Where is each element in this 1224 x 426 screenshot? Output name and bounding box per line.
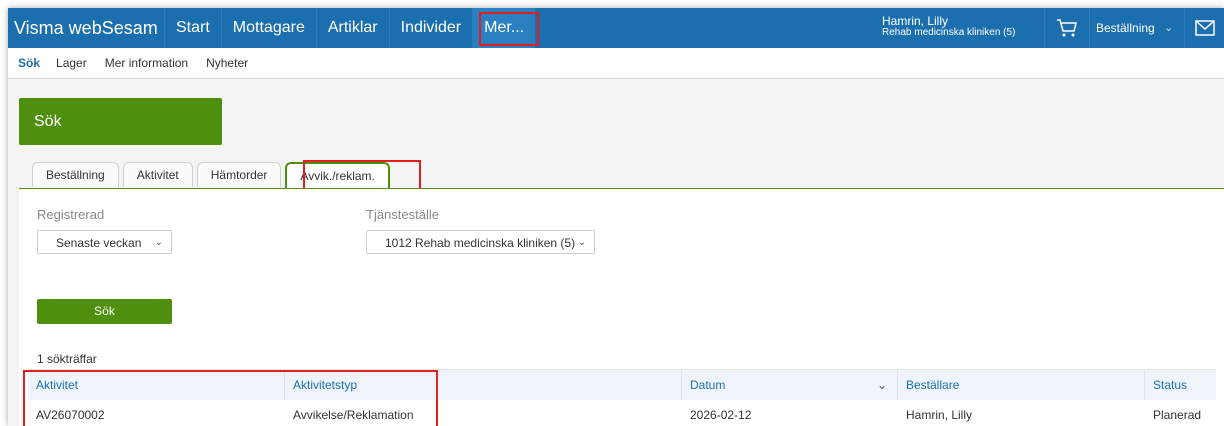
sub-nav: Sök Lager Mer information Nyheter [8,48,1224,79]
registered-select[interactable]: Senaste veckan ⌄ [37,230,172,254]
nav-mer[interactable]: Mer... [472,8,536,48]
mail-button[interactable] [1184,8,1224,48]
subnav-nyheter[interactable]: Nyheter [206,56,248,70]
chevron-down-icon[interactable]: ⌄ [1164,8,1173,48]
unit-select[interactable]: 1012 Rehab medicinska kliniken (5) ⌄ [366,230,595,254]
cell-aktivitetstyp: Avvikelse/Reklamation [293,408,414,422]
tab-aktivitet[interactable]: Aktivitet [122,162,193,187]
chevron-down-icon: ⌄ [154,237,163,248]
registered-label: Registrerad [37,207,105,222]
main-content: Sök Beställning Aktivitet Hämtorder Avvi… [8,79,1224,426]
brand-logo[interactable]: Visma webSesam [14,8,158,48]
cell-status: Planerad [1153,408,1202,422]
subnav-sok[interactable]: Sök [18,56,40,70]
search-tabs: Beställning Aktivitet Hämtorder Avvik./r… [32,162,394,188]
table-header: Aktivitet Aktivitetstyp Datum ⌄ Beställa… [28,369,1216,400]
cart-button[interactable] [1044,8,1090,48]
cart-icon [1057,19,1077,37]
col-datum-label: Datum [690,378,726,392]
col-status[interactable]: Status [1145,370,1224,400]
table-row[interactable]: AV26070002 Avvikelse/Reklamation 2026-02… [28,400,1216,426]
order-menu[interactable]: Beställning [1096,8,1155,48]
unit-label: Tjänsteställe [366,207,439,222]
col-aktivitetstyp[interactable]: Aktivitetstyp [285,370,682,400]
user-info[interactable]: Hamrin, Lilly Rehab medicinska kliniken … [882,15,1015,39]
subnav-mer-information[interactable]: Mer information [105,56,188,70]
tab-hamtorder[interactable]: Hämtorder [196,162,282,187]
user-name: Hamrin, Lilly [882,14,949,28]
nav-start[interactable]: Start [164,8,221,48]
page-title: Sök [19,98,222,145]
top-bar: Visma webSesam Start Mottagare Artiklar … [8,8,1224,48]
registered-value: Senaste veckan [56,236,142,250]
unit-value: 1012 Rehab medicinska kliniken (5) [385,236,576,250]
cell-aktivitet[interactable]: AV26070002 [28,400,285,426]
cell-bestallare: Hamrin, Lilly [906,408,973,422]
app-window: Visma webSesam Start Mottagare Artiklar … [8,8,1224,426]
tab-avvik-reklam[interactable]: Avvik./reklam. [285,162,390,188]
nav-individer[interactable]: Individer [388,8,472,48]
col-bestallare[interactable]: Beställare [898,370,1145,400]
user-org: Rehab medicinska kliniken (5) [882,27,1016,38]
col-datum[interactable]: Datum ⌄ [682,370,898,400]
nav-mottagare[interactable]: Mottagare [220,8,316,48]
search-panel: Registrerad Senaste veckan ⌄ Tjänstestäl… [19,189,1224,426]
subnav-lager[interactable]: Lager [56,56,87,70]
col-aktivitet[interactable]: Aktivitet [28,370,285,400]
search-button[interactable]: Sök [37,299,172,324]
chevron-down-icon: ⌄ [577,237,586,248]
sort-chevron-icon: ⌄ [876,378,887,392]
nav-artiklar[interactable]: Artiklar [315,8,389,48]
cell-datum: 2026-02-12 [690,408,752,422]
tab-bestallning[interactable]: Beställning [32,162,119,187]
mail-icon [1195,20,1215,36]
result-count: 1 sökträffar [37,352,97,366]
main-nav: Start Mottagare Artiklar Individer Mer..… [164,8,536,48]
